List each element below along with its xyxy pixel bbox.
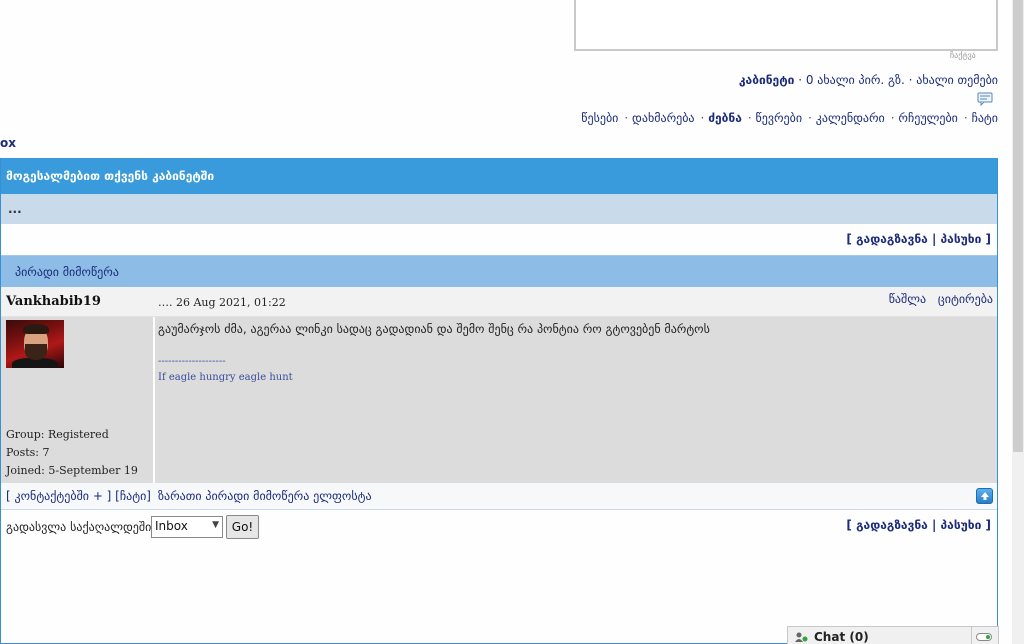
go-button[interactable]: Go! xyxy=(226,515,259,539)
signature-divider: -------------------- xyxy=(158,356,226,367)
top-actions: [ გადაგზავნა | პასუხი ] xyxy=(1,224,997,255)
user-online-icon xyxy=(795,632,808,642)
folder-jump-label: გადასვლა საქაღალდეში: xyxy=(6,520,156,534)
delete-button[interactable]: წაშლა xyxy=(889,292,926,306)
message-text: გაუმარჯოს ძმა, აგერაა ლინკი სადაც გადადი… xyxy=(158,322,710,336)
quote-button[interactable]: ციტირება xyxy=(938,292,993,306)
arrow-up-icon xyxy=(980,492,989,500)
contacts-chat-links[interactable]: [ კონტაქტებში + ] [ჩატი] xyxy=(6,489,151,503)
author-info: Group: Registered Posts: 7 Joined: 5-Sep… xyxy=(6,426,138,480)
folder-select-value: Inbox xyxy=(155,519,188,533)
quick-reply-box[interactable] xyxy=(574,0,998,51)
cabinet-link[interactable]: კაბინეტი xyxy=(739,73,794,87)
post-body: Group: Registered Posts: 7 Joined: 5-Sep… xyxy=(1,317,997,483)
nav-chat[interactable]: ჩატი xyxy=(972,111,998,125)
user-status-line: კაბინეტი · 0 ახალი პირ. გზ. · ახალი თემე… xyxy=(739,73,998,87)
author-posts: Posts: 7 xyxy=(6,446,50,459)
chat-bar[interactable]: Chat (0) xyxy=(787,626,999,644)
chevron-down-icon: ▼ xyxy=(212,520,219,530)
author-joined: Joined: 5-September 19 xyxy=(6,464,138,477)
signature: If eagle hungry eagle hunt xyxy=(158,372,293,383)
chat-toggle[interactable] xyxy=(976,633,992,641)
nav-favorites[interactable]: რჩეულები xyxy=(898,111,957,125)
nav-search[interactable]: ძებნა xyxy=(708,111,742,125)
quick-reply-caption: ჩაქტვა xyxy=(950,51,976,60)
subheader: ... xyxy=(1,194,997,224)
post-header: Vankhabib19 …. 26 Aug 2021, 01:22 წაშლა … xyxy=(1,287,997,317)
breadcrumb-inbox[interactable]: ox xyxy=(0,136,16,150)
author-group: Group: Registered xyxy=(6,428,109,441)
main-nav: წესები · დახმარება · ძებნა · წევრები · კალენ… xyxy=(581,111,998,125)
new-messages-link[interactable]: · 0 ახალი პირ. გზ. · ახალი თემები xyxy=(794,73,998,87)
scrollbar-thumb[interactable] xyxy=(1013,0,1023,452)
welcome-header: მოგესალმებით თქვენს კაბინეტში xyxy=(1,158,997,194)
message-column: გაუმარჯოს ძმა, აგერაა ლინკი სადაც გადადი… xyxy=(155,317,997,483)
speech-bubble-icon[interactable] xyxy=(977,92,993,107)
post-author[interactable]: Vankhabib19 xyxy=(6,294,101,309)
messenger-panel: მოგესალმებით თქვენს კაბინეტში ... [ გადა… xyxy=(0,158,998,644)
send-pm-email-links[interactable]: ზარათი პირადი მიმოწერა ელფოსტა xyxy=(158,489,372,503)
avatar[interactable] xyxy=(6,320,64,368)
nav-rules[interactable]: წესები xyxy=(581,111,618,125)
post-footer: [ კონტაქტებში + ] [ჩატი] ზარათი პირადი მ… xyxy=(1,483,997,510)
chat-label: Chat (0) xyxy=(814,630,869,644)
page-scrollbar[interactable] xyxy=(1012,0,1024,644)
folder-jump-row: გადასვლა საქაღალდეში: Inbox ▼ Go! [ გადა… xyxy=(1,510,997,544)
nav-members[interactable]: წევრები xyxy=(756,111,803,125)
folder-select[interactable]: Inbox ▼ xyxy=(151,516,223,538)
nav-help[interactable]: დახმარება xyxy=(632,111,695,125)
forward-reply-links-bottom[interactable]: [ გადაგზავნა | პასუხი ] xyxy=(846,518,991,532)
post-date: …. 26 Aug 2021, 01:22 xyxy=(158,296,286,309)
section-title: პირადი მიმოწერა xyxy=(1,255,997,287)
forward-reply-links-top[interactable]: [ გადაგზავნა | პასუხი ] xyxy=(846,232,991,246)
post-tools: წაშლა ციტირება xyxy=(889,292,993,306)
scroll-top-button[interactable] xyxy=(976,488,993,504)
nav-calendar[interactable]: კალენდარი xyxy=(816,111,885,125)
author-column: Group: Registered Posts: 7 Joined: 5-Sep… xyxy=(1,317,154,483)
